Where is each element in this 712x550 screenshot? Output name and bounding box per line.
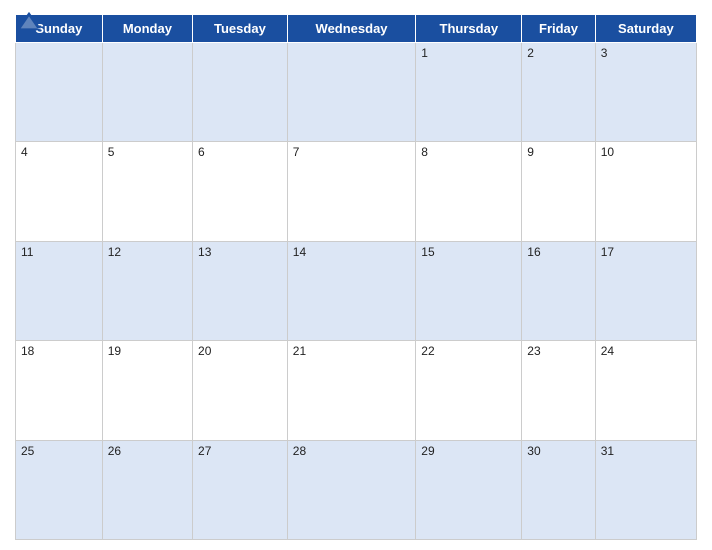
calendar-day-cell: 21 bbox=[287, 341, 416, 440]
day-number: 10 bbox=[601, 145, 614, 159]
calendar-week-row: 1 2 3 bbox=[16, 43, 697, 142]
calendar-week-row: 25 26 27 28 29 30 31 bbox=[16, 440, 697, 539]
day-number: 7 bbox=[293, 145, 300, 159]
calendar-day-cell: 14 bbox=[287, 241, 416, 340]
calendar-day-cell: 5 bbox=[102, 142, 192, 241]
calendar-day-cell: 3 bbox=[595, 43, 696, 142]
day-number: 23 bbox=[527, 344, 540, 358]
day-number: 14 bbox=[293, 245, 306, 259]
day-number: 19 bbox=[108, 344, 121, 358]
calendar-day-cell bbox=[193, 43, 288, 142]
calendar-day-cell: 22 bbox=[416, 341, 522, 440]
col-thursday: Thursday bbox=[416, 15, 522, 43]
col-saturday: Saturday bbox=[595, 15, 696, 43]
calendar-day-cell: 17 bbox=[595, 241, 696, 340]
calendar-day-cell: 11 bbox=[16, 241, 103, 340]
calendar-day-cell: 2 bbox=[522, 43, 595, 142]
day-number: 18 bbox=[21, 344, 34, 358]
calendar-day-cell: 24 bbox=[595, 341, 696, 440]
day-number: 25 bbox=[21, 444, 34, 458]
day-number: 27 bbox=[198, 444, 211, 458]
col-tuesday: Tuesday bbox=[193, 15, 288, 43]
calendar-day-cell: 19 bbox=[102, 341, 192, 440]
calendar-week-row: 11 12 13 14 15 16 17 bbox=[16, 241, 697, 340]
day-number: 8 bbox=[421, 145, 428, 159]
calendar-day-cell: 4 bbox=[16, 142, 103, 241]
day-number: 26 bbox=[108, 444, 121, 458]
calendar-day-cell: 15 bbox=[416, 241, 522, 340]
day-number: 28 bbox=[293, 444, 306, 458]
calendar-day-cell bbox=[16, 43, 103, 142]
day-number: 31 bbox=[601, 444, 614, 458]
calendar-day-cell: 6 bbox=[193, 142, 288, 241]
calendar-day-cell: 13 bbox=[193, 241, 288, 340]
day-number: 22 bbox=[421, 344, 434, 358]
day-number: 11 bbox=[21, 245, 33, 259]
logo-icon bbox=[15, 10, 43, 32]
calendar-table: Sunday Monday Tuesday Wednesday Thursday… bbox=[15, 14, 697, 540]
calendar-week-row: 18 19 20 21 22 23 24 bbox=[16, 341, 697, 440]
day-number: 3 bbox=[601, 46, 608, 60]
calendar-day-cell: 16 bbox=[522, 241, 595, 340]
day-number: 21 bbox=[293, 344, 306, 358]
calendar-day-cell: 1 bbox=[416, 43, 522, 142]
calendar-day-cell: 29 bbox=[416, 440, 522, 539]
calendar-day-cell: 28 bbox=[287, 440, 416, 539]
day-number: 1 bbox=[421, 46, 428, 60]
calendar-day-cell: 9 bbox=[522, 142, 595, 241]
calendar-day-cell: 18 bbox=[16, 341, 103, 440]
calendar-week-row: 4 5 6 7 8 9 10 bbox=[16, 142, 697, 241]
day-number: 20 bbox=[198, 344, 211, 358]
day-number: 6 bbox=[198, 145, 205, 159]
calendar-day-cell: 7 bbox=[287, 142, 416, 241]
day-number: 24 bbox=[601, 344, 614, 358]
day-number: 2 bbox=[527, 46, 534, 60]
calendar-day-cell: 12 bbox=[102, 241, 192, 340]
day-number: 16 bbox=[527, 245, 540, 259]
day-number: 9 bbox=[527, 145, 534, 159]
col-monday: Monday bbox=[102, 15, 192, 43]
logo-area bbox=[15, 10, 46, 32]
calendar-day-cell: 27 bbox=[193, 440, 288, 539]
day-number: 15 bbox=[421, 245, 434, 259]
calendar-day-cell: 26 bbox=[102, 440, 192, 539]
calendar-day-cell: 10 bbox=[595, 142, 696, 241]
calendar-day-cell: 25 bbox=[16, 440, 103, 539]
calendar-day-cell: 31 bbox=[595, 440, 696, 539]
day-number: 17 bbox=[601, 245, 614, 259]
calendar-day-cell bbox=[287, 43, 416, 142]
weekday-header-row: Sunday Monday Tuesday Wednesday Thursday… bbox=[16, 15, 697, 43]
day-number: 5 bbox=[108, 145, 115, 159]
calendar-day-cell: 20 bbox=[193, 341, 288, 440]
day-number: 29 bbox=[421, 444, 434, 458]
calendar-day-cell: 30 bbox=[522, 440, 595, 539]
calendar-day-cell: 23 bbox=[522, 341, 595, 440]
col-wednesday: Wednesday bbox=[287, 15, 416, 43]
day-number: 4 bbox=[21, 145, 28, 159]
day-number: 13 bbox=[198, 245, 211, 259]
calendar-day-cell bbox=[102, 43, 192, 142]
col-friday: Friday bbox=[522, 15, 595, 43]
day-number: 30 bbox=[527, 444, 540, 458]
day-number: 12 bbox=[108, 245, 121, 259]
calendar-day-cell: 8 bbox=[416, 142, 522, 241]
